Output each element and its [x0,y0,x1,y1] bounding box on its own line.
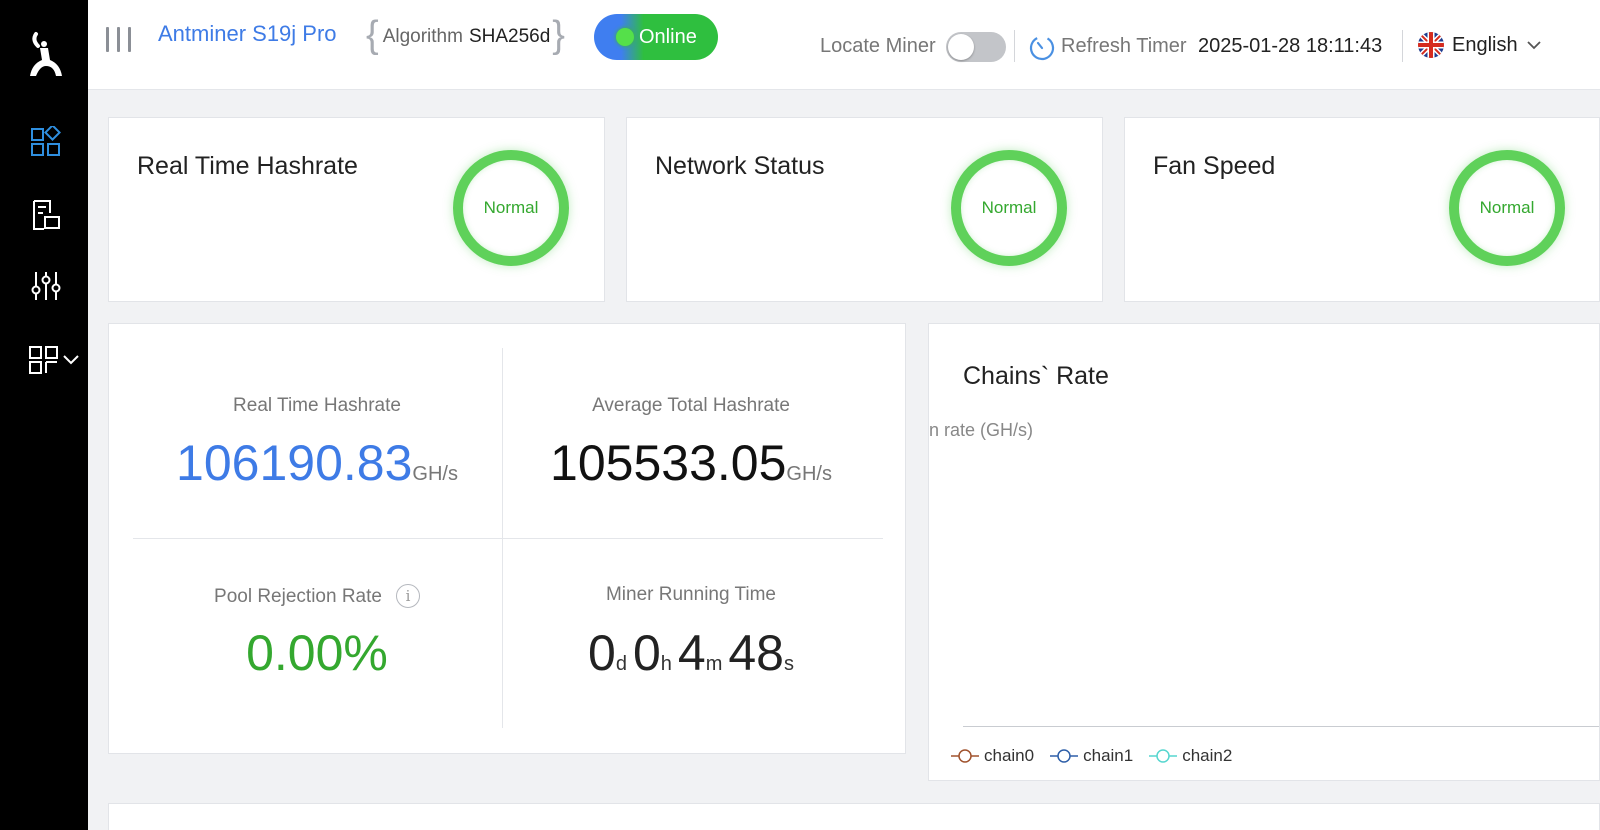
legend-label: chain0 [984,746,1035,765]
legend-marker-icon [1149,749,1178,763]
top-header: Antminer S19j Pro { Algorithm SHA256d } … [88,0,1600,90]
seconds-number: 48 [728,625,784,681]
running-time-value: 0d 0h 4m 48s [507,624,875,682]
legend-label: chain1 [1083,746,1134,765]
legend-chain1[interactable]: chain1 [1050,746,1133,766]
legend-marker-icon [1050,749,1079,763]
hours-number: 0 [632,625,661,681]
x-axis-line [963,726,1599,727]
realtime-hashrate-number: 106190.83 [176,435,413,491]
chart-legend: chain0 chain1 chain2 [951,746,1248,766]
chart-title: Chains` Rate [963,362,1109,390]
days-unit: d [615,653,627,675]
status-label: Normal [483,198,539,217]
uk-flag-icon [1418,32,1444,58]
running-time-label: Miner Running Time [605,584,777,605]
minutes-number: 4 [677,625,706,681]
header-divider [1014,30,1015,62]
brace-right-icon: } [552,14,565,56]
language-label: English [1452,33,1518,56]
refresh-timer-icon [1029,35,1055,61]
seconds-unit: s [783,653,794,675]
realtime-hashrate-label: Real Time Hashrate [233,395,401,416]
card-title: Fan Speed [1153,152,1276,180]
grid-divider [133,538,883,539]
refresh-timer-value: 2025-01-28 18:11:43 [1198,35,1383,57]
menu-toggle-button[interactable] [104,24,134,54]
sidebar-item-dashboard[interactable] [26,122,66,162]
status-ring: Normal [453,150,569,266]
card-title: Real Time Hashrate [137,152,358,180]
status-label: Normal [981,198,1037,217]
legend-chain2[interactable]: chain2 [1149,746,1232,766]
refresh-timer-label: Refresh Timer [1061,35,1187,57]
pool-rejection-label: Pool Rejection Rate [214,586,382,607]
miner-stats-card: Real Time Hashrate 106190.83GH/s Average… [108,323,906,754]
days-number: 0 [588,625,616,681]
miner-status-icon [33,200,60,230]
algorithm-display: { Algorithm SHA256d } [366,14,565,60]
status-label: Normal [1479,198,1535,217]
info-icon[interactable]: i [395,584,420,608]
sidebar-item-miner-status[interactable] [26,195,66,235]
card-title: Network Status [655,152,825,180]
online-status-label: Online [639,25,697,48]
hashrate-unit: GH/s [786,463,832,485]
next-panel-card [108,803,1600,830]
locate-miner-label: Locate Miner [820,35,936,57]
dashboard-icon [31,126,61,156]
bitmain-logo-icon [30,32,62,76]
network-status-card: Network Status Normal [626,117,1103,302]
fan-speed-status-card: Fan Speed Normal [1124,117,1600,302]
status-ring: Normal [1449,150,1565,266]
language-selector[interactable]: English [1418,32,1542,58]
hashrate-unit: GH/s [412,463,458,485]
chains-rate-card: Chains` Rate n rate (GH/s) chain0 chain1… [928,323,1600,781]
average-hashrate-label: Average Total Hashrate [592,395,790,416]
realtime-hashrate-value: 106190.83GH/s [133,434,501,492]
hours-unit: h [660,653,672,675]
legend-label: chain2 [1182,746,1233,765]
chevron-down-icon [63,355,79,365]
status-ring: Normal [951,150,1067,266]
header-divider [1402,30,1403,62]
sidebar-item-configuration[interactable] [26,266,66,306]
algorithm-label: Algorithm [382,26,463,47]
settings-sliders-icon [31,272,61,300]
hashrate-status-card: Real Time Hashrate Normal [108,117,605,302]
locate-miner-toggle[interactable] [946,32,1006,62]
y-axis-label: n rate (GH/s) [929,420,1034,440]
average-hashrate-value: 105533.05GH/s [507,434,875,492]
legend-chain0[interactable]: chain0 [951,746,1034,766]
chevron-down-icon [1526,41,1541,50]
algorithm-value: SHA256d [468,26,551,47]
brace-left-icon: { [366,14,379,56]
sidebar-item-system[interactable] [26,340,82,380]
average-hashrate-number: 105533.05 [550,435,787,491]
pool-rejection-value: 0.00% [133,624,501,682]
pool-rejection-label-row: Pool Rejection Rate i [133,584,501,608]
online-status-badge[interactable]: Online [594,14,718,60]
miner-model-title: Antminer S19j Pro [158,21,337,46]
legend-marker-icon [951,749,979,763]
status-dot-icon [616,28,634,46]
sidebar [0,0,88,830]
system-modules-icon [29,346,58,374]
minutes-unit: m [705,653,723,675]
pool-rejection-number: 0.00% [246,625,388,681]
